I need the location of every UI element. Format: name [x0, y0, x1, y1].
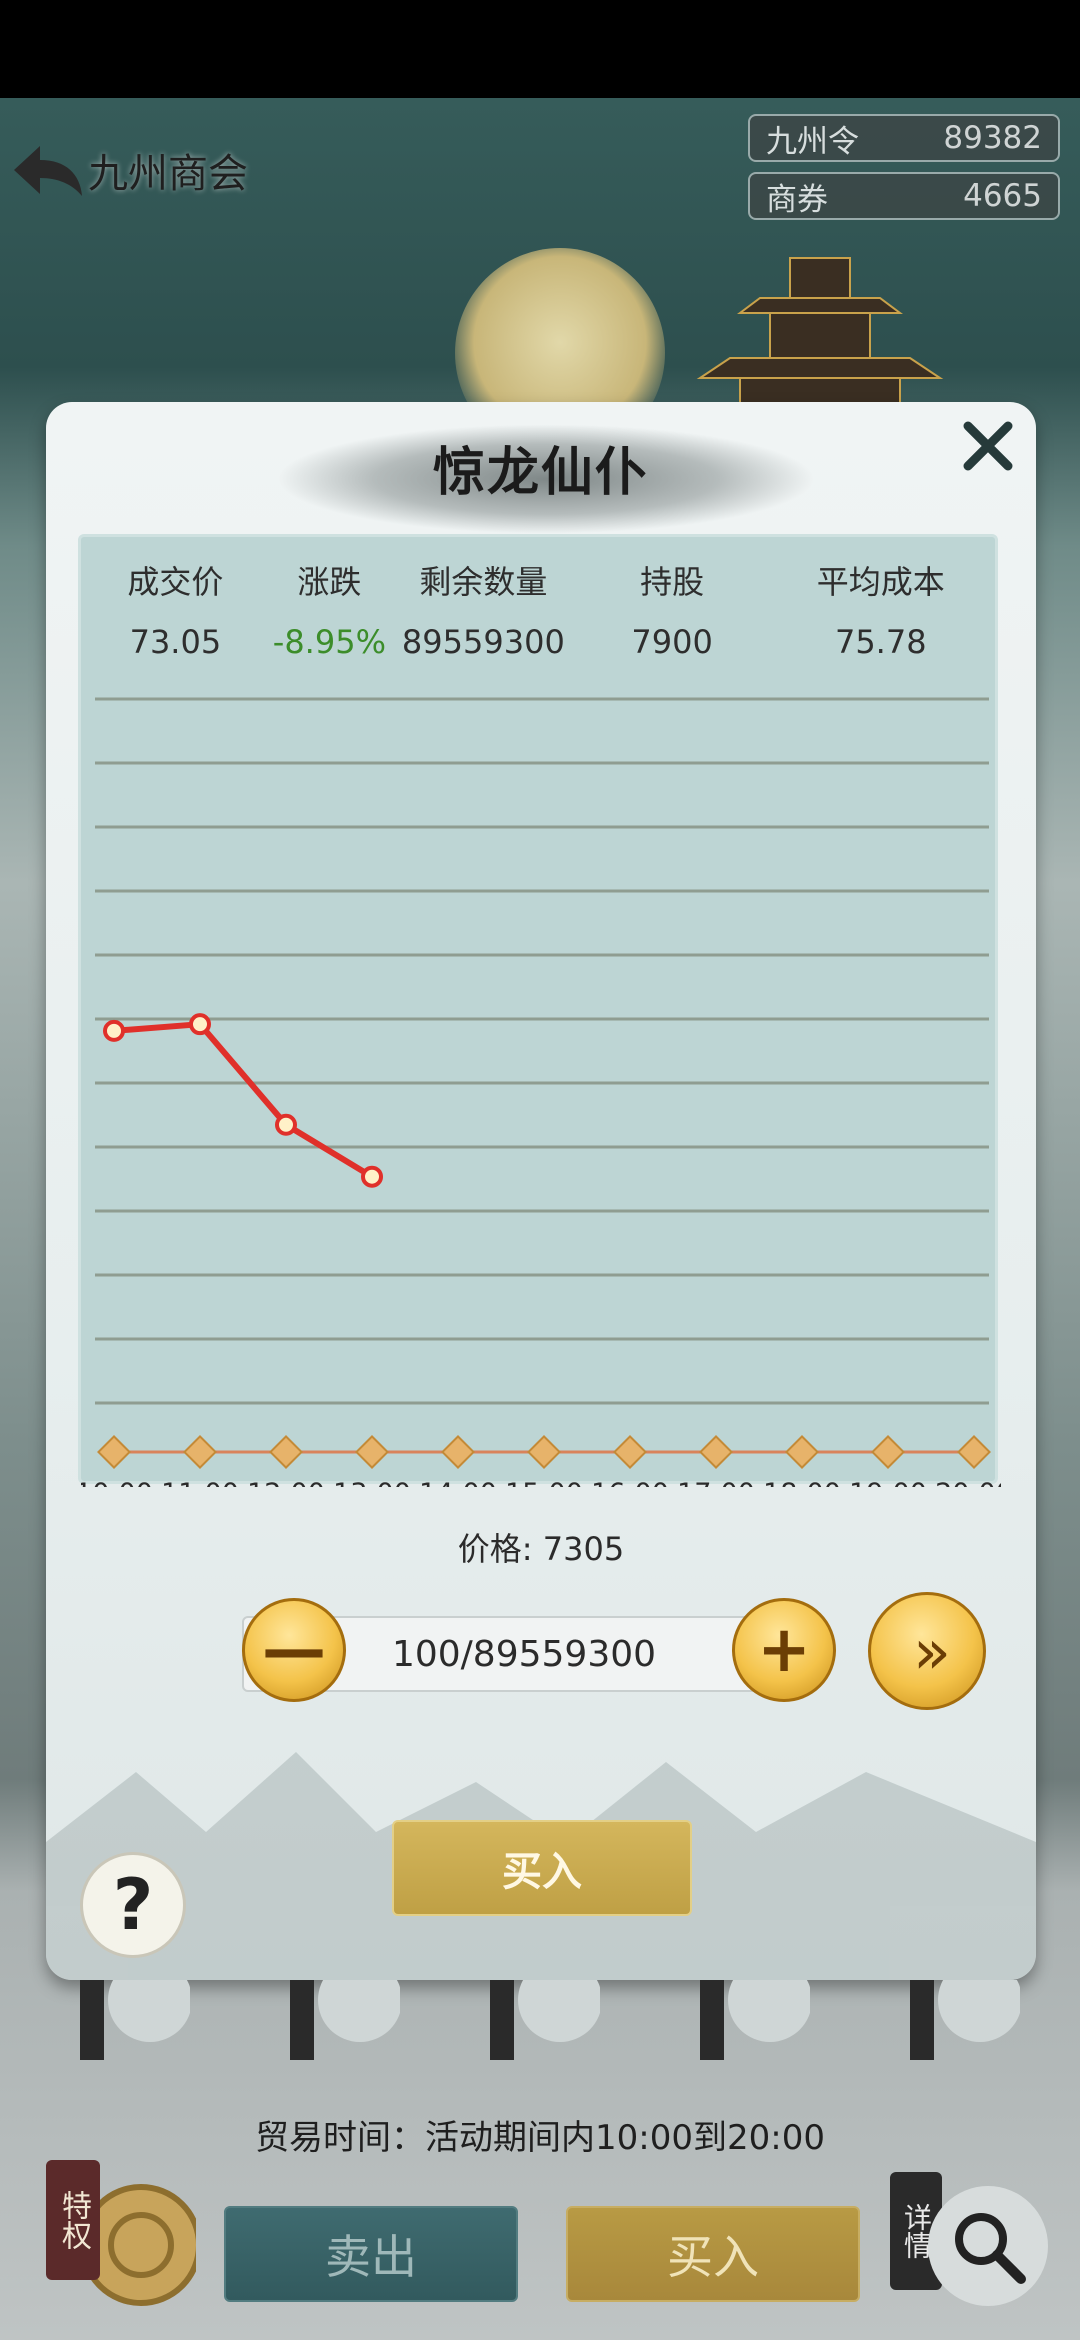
x-tick-label: 18:00: [763, 1478, 841, 1487]
x-axis-marker: [441, 1435, 475, 1469]
help-button[interactable]: ?: [80, 1852, 186, 1958]
chart-panel: 成交价 涨跌 剩余数量 持股 平均成本 73.05 -8.95% 8955930…: [78, 534, 1001, 1487]
x-tick-label: 17:00: [677, 1478, 755, 1487]
x-tick-label: 16:00: [591, 1478, 669, 1487]
x-tick-label: 14:00: [419, 1478, 497, 1487]
menu-icon-4[interactable]: [690, 1980, 810, 2070]
x-tick-label: 15:00: [505, 1478, 583, 1487]
buy-button[interactable]: 买入: [566, 2206, 860, 2302]
status-bar: [0, 0, 1080, 98]
price-point: [189, 1013, 211, 1036]
x-tick-label: 13:00: [333, 1478, 411, 1487]
privilege-button[interactable]: 特权: [46, 2160, 100, 2280]
x-axis-marker: [613, 1435, 647, 1469]
x-axis-marker: [355, 1435, 389, 1469]
currency-jiuzhouling: 九州令 89382: [748, 114, 1060, 162]
x-axis-marker: [269, 1435, 303, 1469]
currency-label: 商券: [766, 181, 828, 218]
x-tick-label: 10:00: [81, 1478, 153, 1487]
menu-icon-5[interactable]: [900, 1980, 1020, 2070]
price-point: [361, 1165, 383, 1188]
x-axis-marker: [957, 1435, 991, 1469]
x-tick-label: 20:00: [935, 1478, 1001, 1487]
search-button[interactable]: [928, 2186, 1048, 2306]
back-button[interactable]: [8, 135, 88, 205]
menu-icon-1[interactable]: [70, 1980, 190, 2070]
search-icon: [955, 2213, 1026, 2284]
stock-trade-modal: 惊龙仙仆 成交价 涨跌 剩余数量 持股 平均成本 73.05 -8.95% 89…: [46, 402, 1036, 1980]
x-axis-marker: [527, 1435, 561, 1469]
x-tick-label: 12:00: [247, 1478, 325, 1487]
modal-buy-button[interactable]: 买入: [392, 1820, 692, 1916]
price-point: [103, 1019, 125, 1042]
page-title: 九州商会: [88, 151, 248, 197]
menu-icon-3[interactable]: [480, 1980, 600, 2070]
sell-button[interactable]: 卖出: [224, 2206, 518, 2302]
currency-value: 4665: [963, 178, 1042, 214]
close-button[interactable]: [956, 414, 1020, 478]
currency-value: 89382: [943, 120, 1042, 156]
x-axis-marker: [699, 1435, 733, 1469]
price-line-chart: 10:00 11:00 12:00 13:00 14:00 15:00 16:00 17:00…: [81, 697, 1001, 1487]
price-text: 价格: 7305: [457, 1530, 625, 1568]
menu-icon-2[interactable]: [280, 1980, 400, 2070]
x-axis-marker: [183, 1435, 217, 1469]
back-arrow-icon: [14, 146, 82, 196]
header-bar: 九州商会: [0, 130, 360, 210]
modal-title: 惊龙仙仆: [432, 443, 649, 503]
price-point: [275, 1113, 297, 1136]
x-axis-marker: [785, 1435, 819, 1469]
currency-label: 九州令: [766, 123, 859, 160]
close-icon: [963, 421, 1013, 471]
currency-shangquan: 商券 4665: [748, 172, 1060, 220]
x-tick-label: 11:00: [161, 1478, 239, 1487]
x-axis-marker: [97, 1435, 131, 1469]
x-tick-label: 19:00: [849, 1478, 927, 1487]
x-axis-marker: [871, 1435, 905, 1469]
price-series-line: [113, 1021, 374, 1180]
